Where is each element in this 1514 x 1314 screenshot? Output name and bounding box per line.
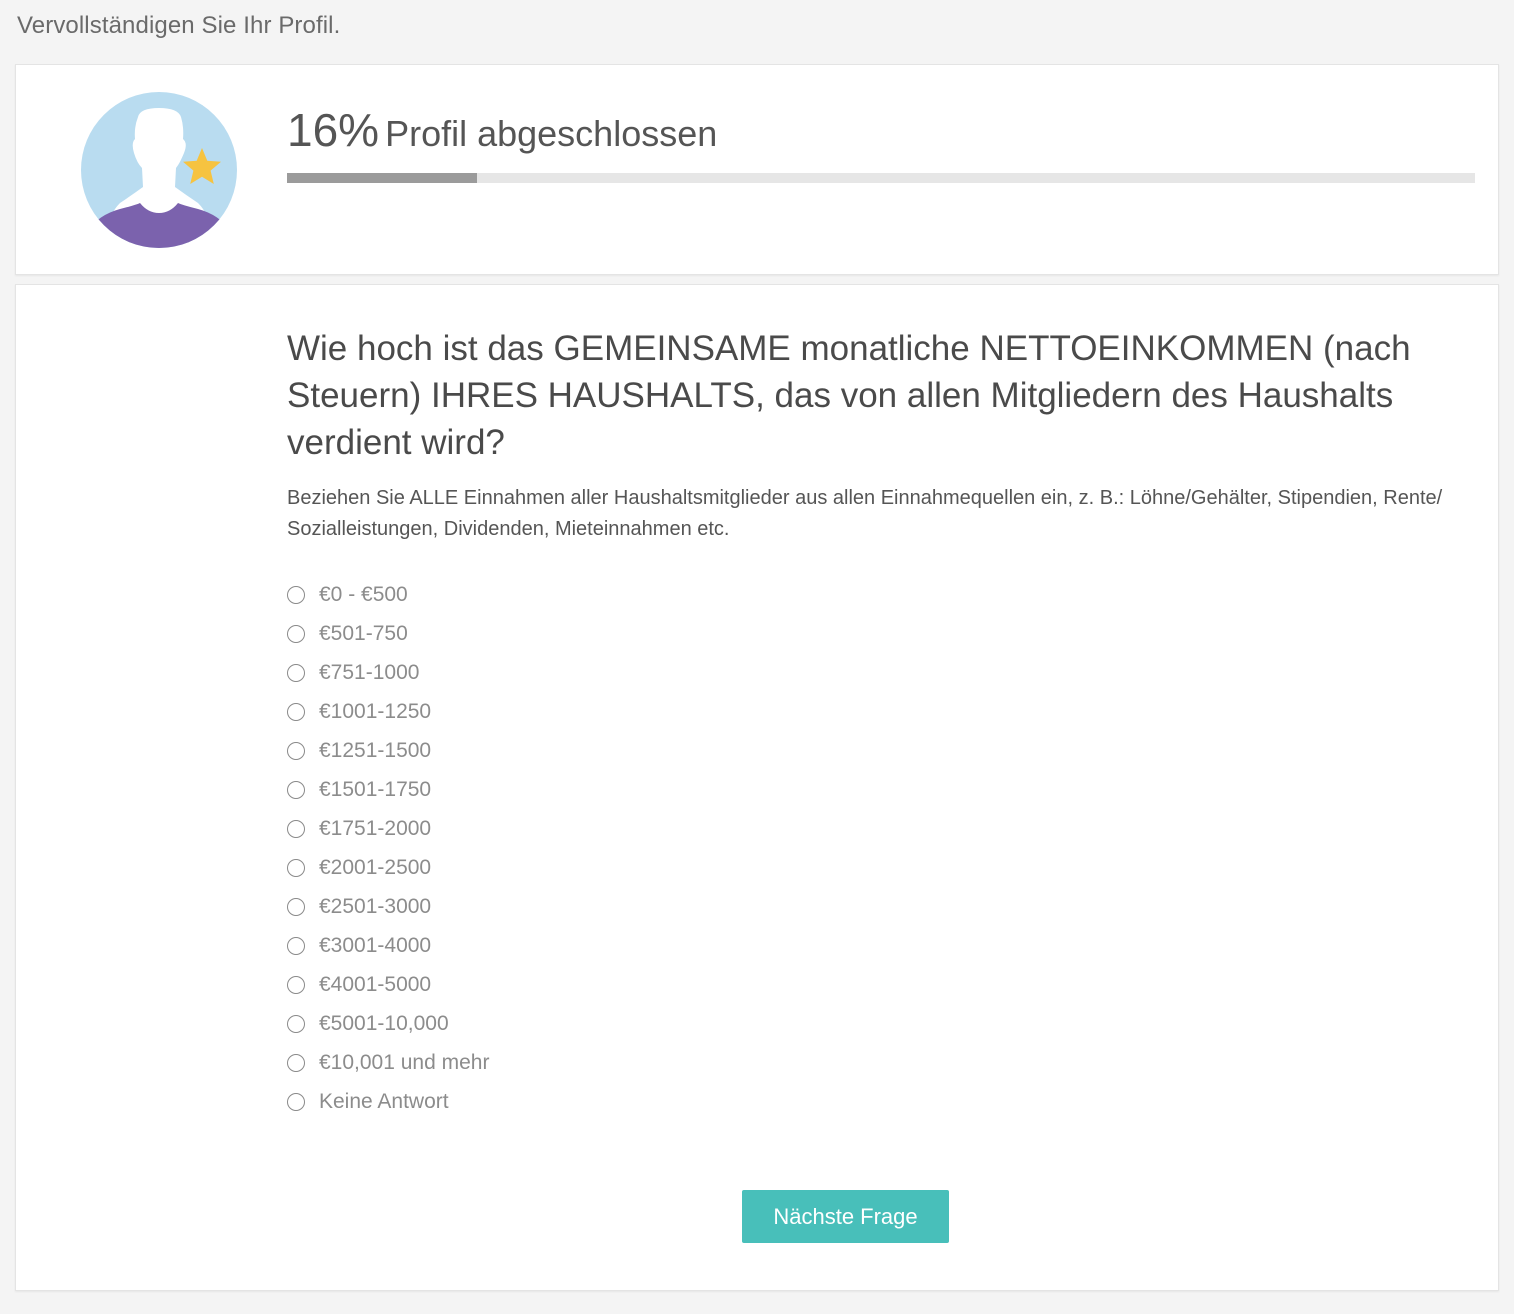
profile-progress-card: 16% Profil abgeschlossen <box>15 64 1499 275</box>
progress-bar <box>287 173 1475 183</box>
answer-option-label: €4001-5000 <box>319 972 432 996</box>
answer-option-label: €1501-1750 <box>319 777 432 801</box>
radio-button[interactable] <box>287 780 305 799</box>
answer-option[interactable]: €501-750 <box>287 614 489 653</box>
answer-option[interactable]: €2001-2500 <box>287 848 489 887</box>
radio-button[interactable] <box>287 1092 305 1111</box>
answer-option[interactable]: €1751-2000 <box>287 809 489 848</box>
next-question-button[interactable]: Nächste Frage <box>742 1190 949 1243</box>
radio-button[interactable] <box>287 741 305 760</box>
answer-option[interactable]: Keine Antwort <box>287 1082 489 1121</box>
radio-button[interactable] <box>287 624 305 643</box>
radio-button[interactable] <box>287 819 305 838</box>
user-profile-star-icon <box>81 92 237 248</box>
answer-option-label: €2501-3000 <box>319 894 432 918</box>
radio-button[interactable] <box>287 858 305 877</box>
radio-button[interactable] <box>287 585 305 604</box>
answer-option[interactable]: €1501-1750 <box>287 770 489 809</box>
question-card: Wie hoch ist das GEMEINSAME monatliche N… <box>15 284 1499 1291</box>
answer-option-label: €10,001 und mehr <box>319 1050 490 1074</box>
radio-button[interactable] <box>287 1053 305 1072</box>
answer-option-label: €1251-1500 <box>319 738 432 762</box>
answer-option-label: €1001-1250 <box>319 699 432 723</box>
answer-option-label: €0 - €500 <box>319 582 408 606</box>
avatar <box>80 91 238 249</box>
answer-option[interactable]: €3001-4000 <box>287 926 489 965</box>
radio-button[interactable] <box>287 663 305 682</box>
answer-option-label: €5001-10,000 <box>319 1011 449 1035</box>
answer-option-label: €1751-2000 <box>319 816 432 840</box>
answer-option[interactable]: €1001-1250 <box>287 692 489 731</box>
answer-option[interactable]: €1251-1500 <box>287 731 489 770</box>
question-hint: Beziehen Sie ALLE Einnahmen aller Hausha… <box>287 487 1443 540</box>
answer-option[interactable]: €4001-5000 <box>287 965 489 1004</box>
answer-option[interactable]: €2501-3000 <box>287 887 489 926</box>
radio-button[interactable] <box>287 702 305 721</box>
answer-option-label: €2001-2500 <box>319 855 432 879</box>
page-heading: Vervollständigen Sie Ihr Profil. <box>17 12 341 39</box>
answer-option-label: Keine Antwort <box>319 1089 449 1113</box>
radio-button[interactable] <box>287 975 305 994</box>
question-title: Wie hoch ist das GEMEINSAME monatliche N… <box>287 329 1411 462</box>
answer-option-label: €3001-4000 <box>319 933 432 957</box>
answer-option-label: €501-750 <box>319 621 408 645</box>
radio-button[interactable] <box>287 1014 305 1033</box>
radio-button[interactable] <box>287 936 305 955</box>
progress-percent: 16% <box>287 104 380 156</box>
answer-option-label: €751-1000 <box>319 660 420 684</box>
answer-options: €0 - €500 €501-750 €751-1000 €1001-1250 €125… <box>287 575 489 1121</box>
radio-button[interactable] <box>287 897 305 916</box>
answer-option[interactable]: €0 - €500 <box>287 575 489 614</box>
answer-option[interactable]: €751-1000 <box>287 653 489 692</box>
answer-option[interactable]: €5001-10,000 <box>287 1004 489 1043</box>
progress-title: 16% Profil abgeschlossen <box>287 103 717 157</box>
answer-option[interactable]: €10,001 und mehr <box>287 1043 489 1082</box>
progress-label: Profil abgeschlossen <box>385 113 718 154</box>
progress-bar-fill <box>287 173 478 183</box>
